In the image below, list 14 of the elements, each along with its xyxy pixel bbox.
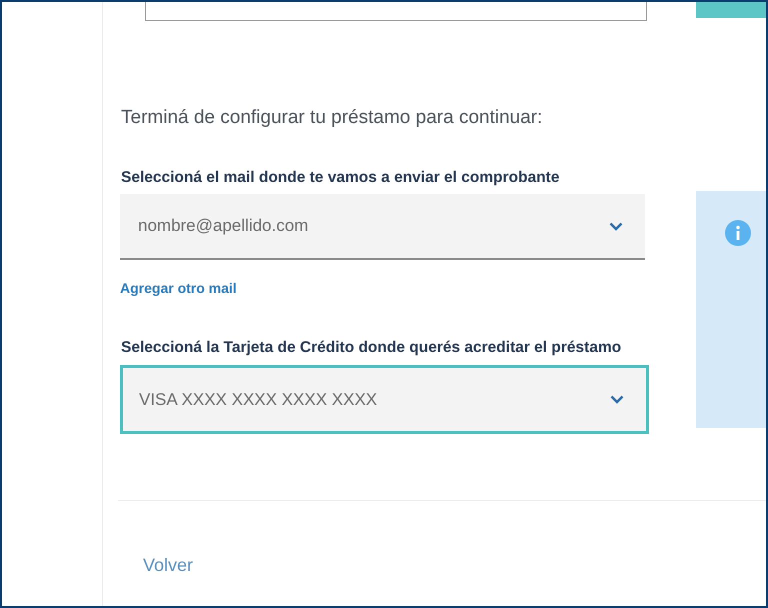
section-heading: Terminá de configurar tu préstamo para continuar: bbox=[121, 107, 544, 129]
select-value: VISA XXXX XXXX XXXX XXXX bbox=[139, 390, 378, 410]
info-icon bbox=[725, 220, 751, 246]
dropdown-select[interactable]: nombre@apellido.com bbox=[120, 194, 645, 260]
field-label: Seleccioná el mail donde te vamos a enviar el comprobante bbox=[121, 168, 560, 188]
dropdown-select[interactable]: VISA XXXX XXXX XXXX XXXX bbox=[120, 365, 649, 434]
accent-bar bbox=[696, 2, 766, 18]
field-label: Seleccioná la Tarjeta de Crédito donde querés acreditar el préstamo bbox=[121, 338, 622, 358]
text-box[interactable] bbox=[145, 2, 647, 21]
chevron-down-icon bbox=[610, 395, 624, 404]
back-link[interactable]: Volver bbox=[143, 555, 194, 576]
select-value: nombre@apellido.com bbox=[138, 216, 308, 236]
chevron-down-icon bbox=[609, 222, 623, 230]
add-email-link[interactable]: Agregar otro mail bbox=[120, 280, 237, 297]
